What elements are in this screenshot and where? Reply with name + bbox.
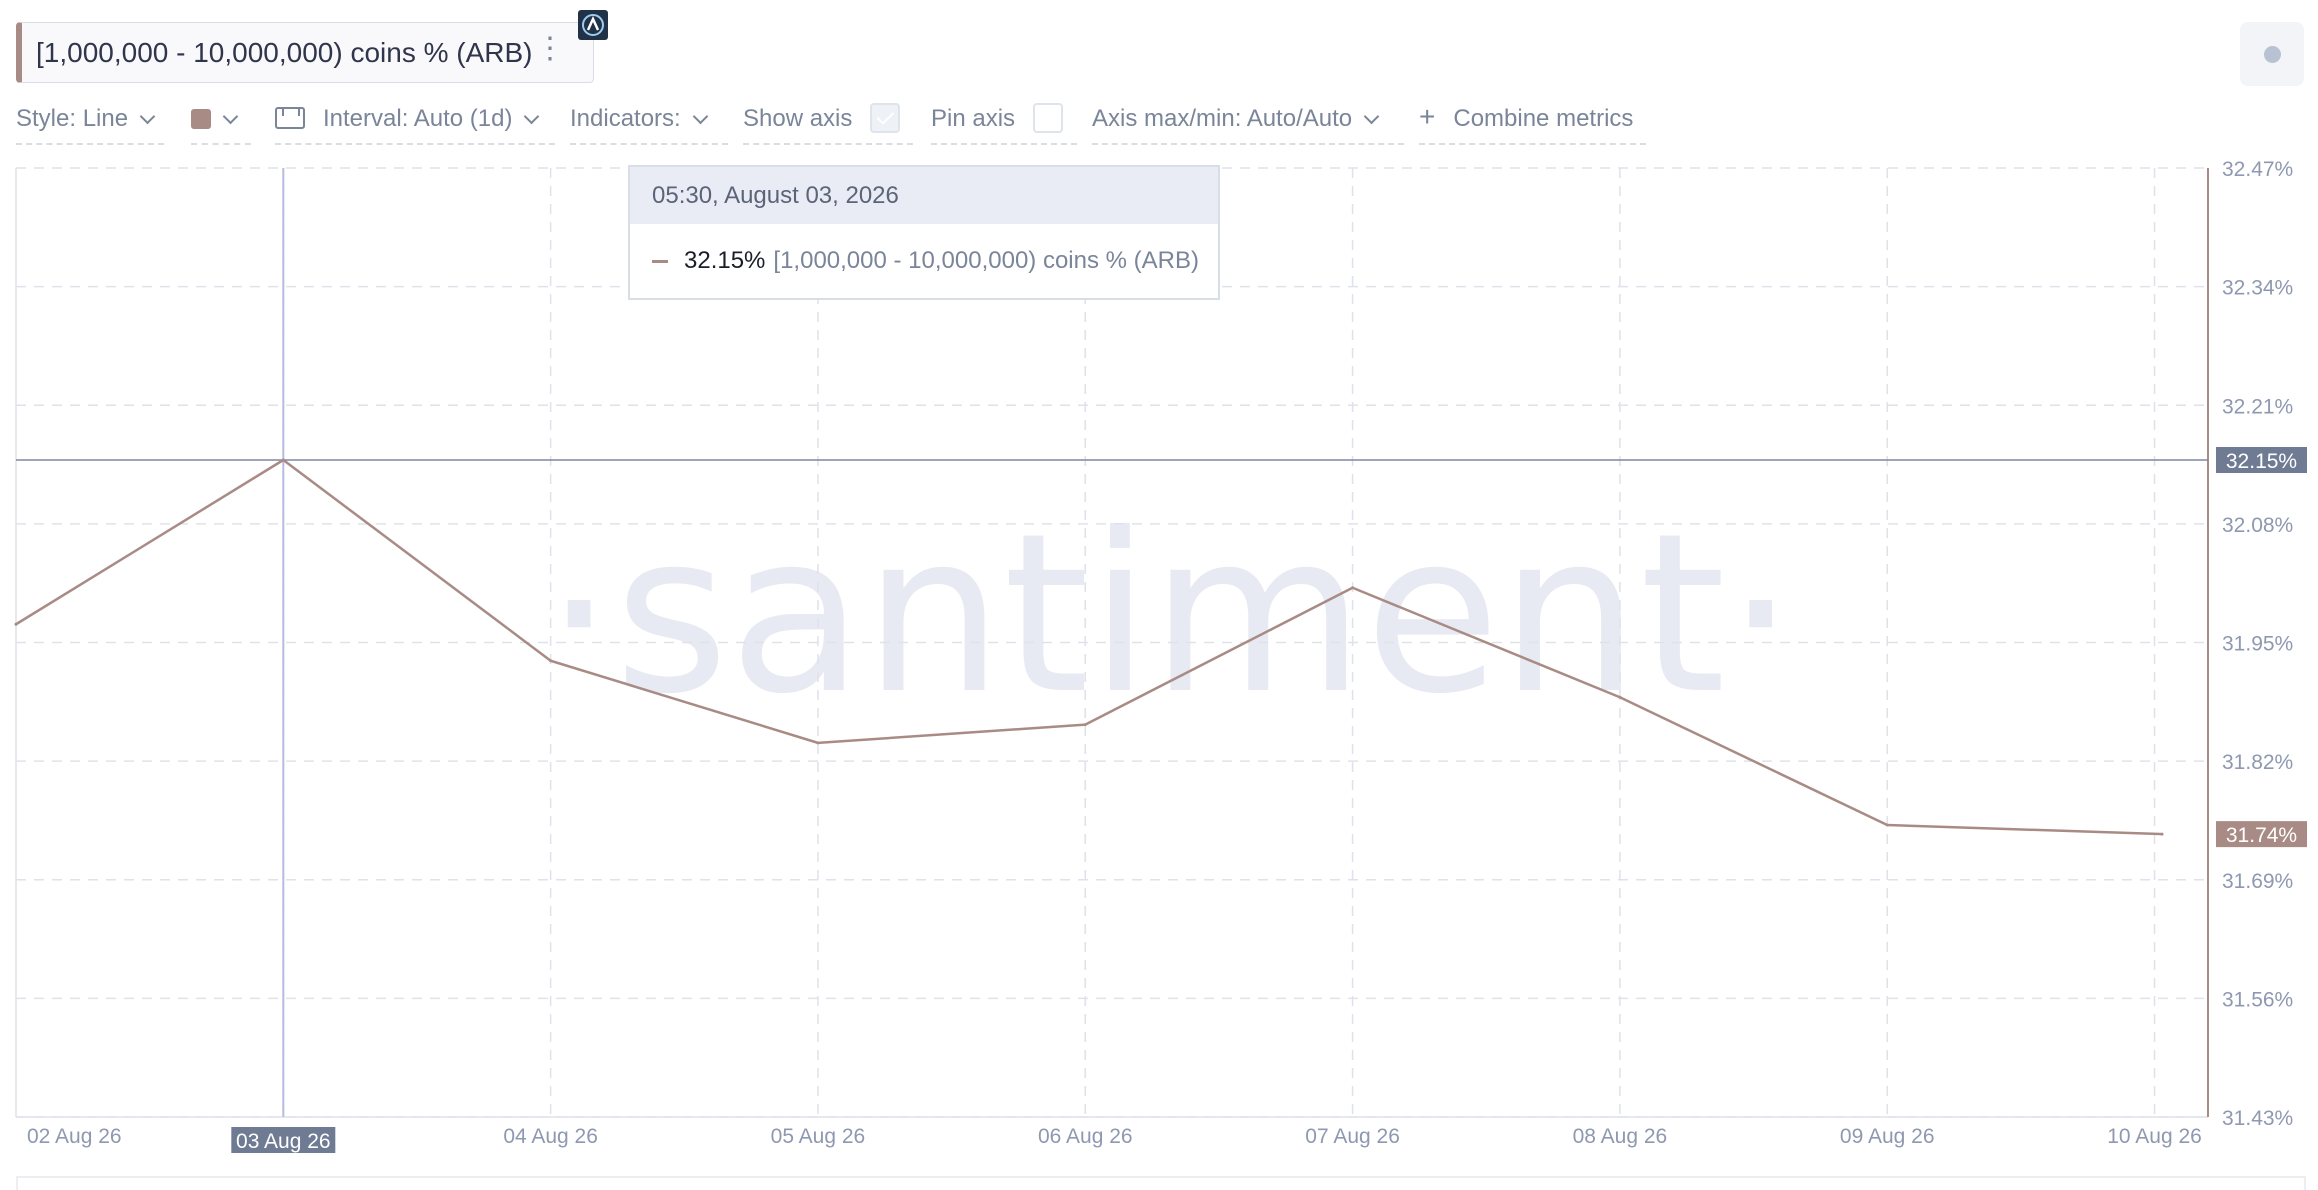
y-tick-label: 31.82% [2222,751,2293,774]
last-value-label: 31.74% [2226,824,2297,847]
x-tick-label: 02 Aug 26 [27,1125,122,1148]
y-tick-label: 32.21% [2222,395,2293,418]
crosshair-x-label: 03 Aug 26 [236,1130,331,1153]
series-color-marker [652,259,668,263]
y-tick-label: 32.34% [2222,277,2293,300]
navigator-strip[interactable] [16,1176,2306,1190]
x-tick-label: 07 Aug 26 [1305,1125,1400,1148]
y-tick-label: 31.56% [2222,988,2293,1011]
data-point [281,458,285,462]
data-point [549,659,553,663]
crosshair-y-label: 32.15% [2226,450,2297,473]
tooltip-value: 32.15% [684,247,766,274]
data-point [1083,723,1087,727]
y-tick-label: 31.43% [2222,1107,2293,1130]
data-point [1351,586,1355,590]
data-point [816,741,820,745]
x-tick-label: 08 Aug 26 [1573,1125,1668,1148]
data-point [1618,695,1622,699]
x-tick-label: 09 Aug 26 [1840,1125,1935,1148]
y-tick-label: 32.47% [2222,158,2293,181]
y-tick-label: 32.08% [2222,514,2293,537]
tooltip-series-name: [1,000,000 - 10,000,000) coins % (ARB) [773,247,1199,274]
x-tick-label: 06 Aug 26 [1038,1125,1133,1148]
x-tick-label: 10 Aug 26 [2107,1125,2202,1148]
y-tick-label: 31.95% [2222,633,2293,656]
data-point [2160,832,2164,836]
x-tick-label: 05 Aug 26 [771,1125,866,1148]
tooltip-datetime: 05:30, August 03, 2026 [630,167,1218,224]
chart-tooltip: 05:30, August 03, 2026 32.15% [1,000,000… [628,165,1220,300]
tooltip-row: 32.15% [1,000,000 - 10,000,000) coins % … [630,224,1218,298]
y-tick-label: 31.69% [2222,870,2293,893]
data-point [1885,823,1889,827]
data-point [14,622,18,626]
x-tick-label: 04 Aug 26 [503,1125,598,1148]
